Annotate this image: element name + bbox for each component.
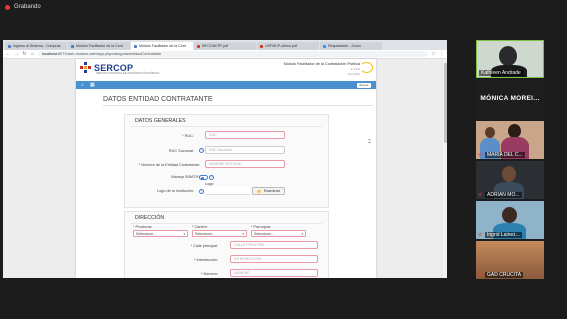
site-container: SERCOP SERVICIO NACIONAL DE CONTRATACIÓN…: [76, 59, 376, 278]
help-icon[interactable]: ?: [199, 189, 204, 194]
parish-label: * Parroquia:: [251, 225, 272, 229]
browse-button[interactable]: 📂 Examinar: [252, 187, 285, 195]
province-select[interactable]: Seleccione... ▾: [133, 230, 188, 237]
participant-name: GAD CRUCITA: [485, 272, 524, 278]
web-page: SERCOP SERVICIO NACIONAL DE CONTRATACIÓN…: [3, 59, 447, 278]
ruc-sucursal-label: RUC Sucursal:: [168, 149, 194, 153]
browser-tab-bar: Ingreso al Sistema - Compras Módulo Faci…: [3, 40, 447, 50]
main-street-input[interactable]: CALLE PRINCIPAL: [230, 241, 318, 249]
version-date: Jun 2021: [347, 72, 360, 76]
browser-tab[interactable]: Módulo Facilitador de la Cont: [68, 42, 130, 50]
mouse-cursor-icon: ⌶: [368, 139, 372, 145]
reload-icon[interactable]: ↻: [22, 51, 27, 57]
participant-tile[interactable]: ⊘ GAD CRUCITA: [476, 241, 544, 279]
participant-tile[interactable]: ⊘ Ingrid Lainez...: [476, 201, 544, 239]
participant-tile[interactable]: ⊘ ADRIAN MO...: [476, 161, 544, 199]
search-button[interactable]: Buscar: [357, 82, 371, 88]
favicon-icon: [134, 44, 137, 48]
number-input[interactable]: NÚMERO: [230, 269, 318, 277]
parish-select[interactable]: Seleccione... ▾: [251, 230, 306, 237]
canton-label: * Cantón:: [192, 225, 208, 229]
intersection-input[interactable]: INTERSECCIÓN: [230, 255, 318, 263]
mic-muted-icon: ⊘: [478, 232, 483, 238]
scrollbar-thumb[interactable]: [443, 63, 447, 143]
participant-name: ADRIAN MO...: [485, 192, 522, 198]
entity-name-input[interactable]: NOMBRE ENTIDAD: [205, 160, 285, 168]
browser-tab[interactable]: MFCONCPF.pdf: [194, 42, 256, 50]
chevron-down-icon: ▾: [301, 232, 303, 236]
folder-icon: 📂: [256, 188, 262, 194]
pdf-icon: [260, 44, 263, 48]
logo-subtitle: SERVICIO NACIONAL DE CONTRATACIÓN PÚBLIC…: [96, 72, 160, 75]
participant-tile[interactable]: Kathleen Andrade: [476, 40, 544, 78]
page-scrollbar[interactable]: [443, 59, 447, 278]
province-label: * Provincia:: [133, 225, 153, 229]
home-icon[interactable]: ⌂: [30, 51, 35, 57]
browser-tab[interactable]: USFMCP-ultimo.pdf: [257, 42, 319, 50]
browser-tab-active[interactable]: Módulo Facilitador de la Cont: [131, 42, 193, 50]
help-icon[interactable]: ?: [209, 175, 214, 180]
chevron-down-icon: ▾: [183, 232, 185, 236]
participant-name: Ingrid Lainez...: [485, 232, 522, 238]
pdf-icon: [197, 44, 200, 48]
address-bar[interactable]: localhost:8071/web-modulo-web/app.php/ca…: [38, 51, 428, 57]
participant-name: Kathleen Andrade: [479, 70, 523, 76]
participant-tile[interactable]: ⊘ MARIA DEL C...: [476, 121, 544, 159]
mic-muted-icon: ⊘: [478, 152, 483, 158]
back-icon[interactable]: ←: [6, 51, 11, 57]
favicon-icon: [8, 44, 11, 48]
canton-select[interactable]: Seleccione... ▾: [192, 230, 247, 237]
grid-menu-icon[interactable]: ▦: [90, 82, 95, 88]
module-info: Módulo Facilitador de la Contratación Pú…: [284, 62, 360, 77]
general-data-title: DATOS GENERALES: [131, 115, 322, 127]
home-icon[interactable]: ⌂: [81, 82, 84, 88]
recording-label: Grabando: [14, 4, 41, 10]
mic-muted-icon: ⊘: [478, 192, 483, 198]
browser-tab[interactable]: Ingreso al Sistema - Compras: [5, 42, 67, 50]
swoosh-logo-icon: [360, 62, 373, 73]
browser-tab[interactable]: Respaldante - Zoom: [320, 42, 382, 50]
ruc-sucursal-input[interactable]: RUC Sucursal: [205, 146, 285, 154]
logo-mark-icon: [80, 62, 92, 74]
participant-name: MARIA DEL C...: [485, 152, 525, 158]
menu-icon[interactable]: ⋮: [439, 51, 444, 57]
sibatif-label: Maneja SIBATIF:: [171, 175, 200, 179]
address-row: ← → ↻ ⌂ localhost:8071/web-modulo-web/ap…: [3, 50, 447, 59]
number-label: * Número:: [200, 272, 218, 276]
help-icon[interactable]: ?: [199, 148, 204, 153]
intersection-label: * Intersección:: [193, 258, 218, 262]
favicon-icon: [71, 44, 74, 48]
chevron-down-icon: ▾: [242, 232, 244, 236]
ruc-input[interactable]: RUC: [205, 131, 285, 139]
logo-header: Logo: [205, 182, 214, 186]
record-icon: [5, 4, 10, 10]
participant-tile[interactable]: MÓNICA MOREI...: [476, 81, 544, 119]
entity-name-label: * Nombre de la Entidad Contratante:: [138, 163, 200, 167]
shared-screen: Ingreso al Sistema - Compras Módulo Faci…: [3, 40, 447, 278]
zoom-icon: [323, 44, 326, 48]
general-data-panel: DATOS GENERALES * RUC: RUC RUC Sucursal:…: [124, 114, 329, 208]
main-street-label: * Calle principal:: [190, 244, 218, 248]
recording-indicator: Grabando: [5, 4, 41, 10]
page-title: DATOS ENTIDAD CONTRATANTE: [103, 96, 373, 106]
ruc-label: * RUC:: [182, 134, 194, 138]
sibatif-toggle[interactable]: [199, 175, 208, 180]
participant-name-big: MÓNICA MOREI...: [480, 95, 540, 102]
forward-icon[interactable]: →: [14, 51, 19, 57]
site-nav-bar: ⌂ ▦ Buscar: [76, 81, 376, 89]
mic-muted-icon: ⊘: [478, 272, 483, 278]
star-icon[interactable]: ☆: [431, 51, 436, 57]
site-header: SERCOP SERVICIO NACIONAL DE CONTRATACIÓN…: [76, 59, 376, 81]
address-panel: DIRECCIÓN * Provincia: Seleccione... ▾ * …: [124, 211, 329, 278]
logo-file-input[interactable]: [205, 187, 250, 195]
module-title: Módulo Facilitador de la Contratación Pú…: [283, 62, 360, 66]
logo-label: Logo de la Institución:: [157, 189, 194, 193]
address-title: DIRECCIÓN: [131, 212, 322, 224]
